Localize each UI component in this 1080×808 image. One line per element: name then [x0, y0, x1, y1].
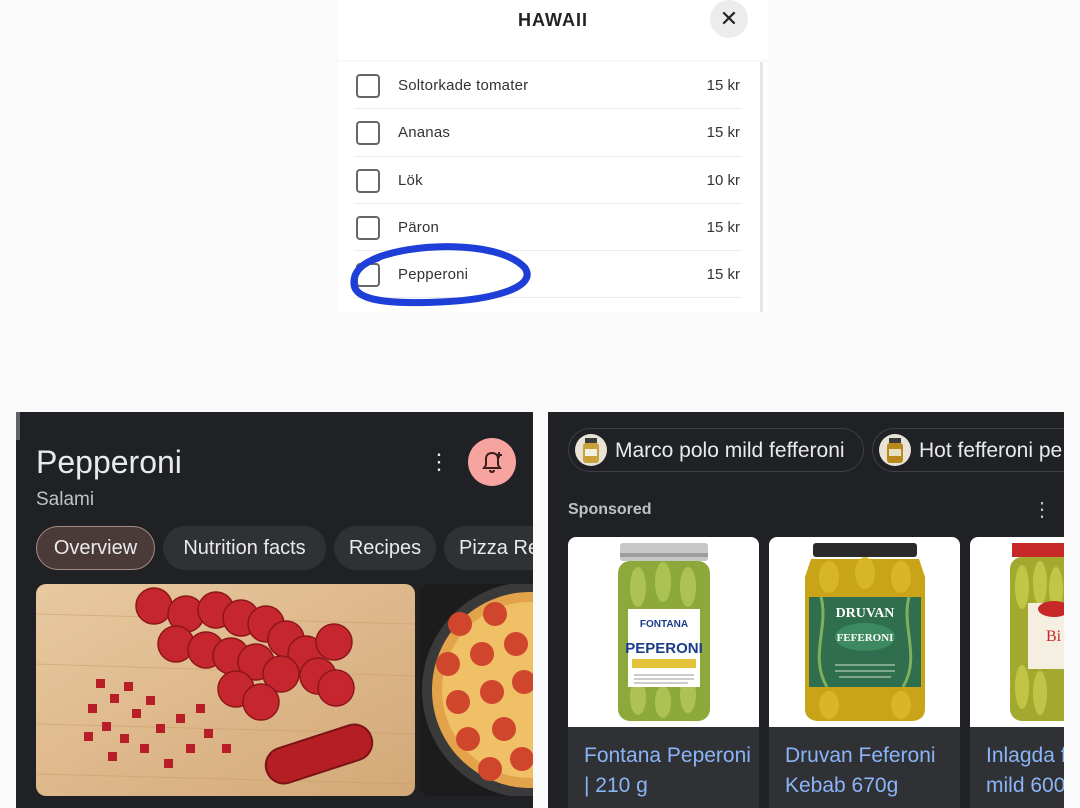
topping-name: Lök	[398, 171, 423, 189]
product-image: DRUVAN FEFERONI	[769, 537, 960, 727]
topping-row[interactable]: Lök 10 kr	[354, 157, 742, 204]
suggestion-label: Hot fefferoni pe	[919, 439, 1063, 462]
tab-overview[interactable]: Overview	[36, 526, 155, 570]
topping-name: Päron	[398, 218, 440, 236]
product-name[interactable]: Druvan Feferoni Kebab 670g	[785, 741, 957, 801]
close-icon: ✕	[719, 6, 739, 31]
jar-product: FEFERONI	[837, 632, 894, 644]
pepperoni-photo[interactable]	[36, 584, 415, 796]
modal-scrollbar[interactable]	[760, 62, 763, 312]
topping-row[interactable]: Ananas 15 kr	[354, 109, 742, 157]
product-thumbnail	[879, 434, 911, 466]
close-button[interactable]: ✕	[710, 0, 748, 38]
pepperoni-photo-graphic	[36, 584, 415, 796]
bell-add-button[interactable]	[468, 438, 516, 486]
topping-row[interactable]: Soltorkade tomater 15 kr	[354, 62, 742, 110]
topping-name: Soltorkade tomater	[398, 77, 529, 94]
entity-title: Pepperoni	[36, 444, 182, 480]
product-card[interactable]: FONTANA PEPERONI Fontana Peperoni | 210 …	[568, 537, 759, 808]
topping-checkbox[interactable]	[356, 74, 380, 98]
suggestion-label: Marco polo mild fefferoni	[615, 439, 845, 462]
screenshot-collage: HAWAII ✕ Soltorkade tomater 15 kr Ananas…	[0, 0, 1080, 808]
topping-checkbox[interactable]	[356, 121, 380, 146]
hand-drawn-circle	[350, 243, 531, 307]
suggestion-chip[interactable]: Marco polo mild fefferoni	[568, 428, 864, 472]
suggestion-chip[interactable]: Hot fefferoni pe	[872, 428, 1064, 472]
panel-edge	[16, 412, 20, 440]
topping-checkbox[interactable]	[356, 215, 380, 240]
product-thumbnail	[575, 434, 607, 466]
topping-price: 15 kr	[706, 77, 740, 94]
topping-price: 15 kr	[706, 218, 740, 236]
product-card[interactable]: Bi Inlagda f mild 600	[970, 537, 1064, 808]
topping-price: 15 kr	[706, 124, 740, 142]
entity-tabs: Overview Nutrition facts Recipes Pizza R…	[36, 526, 533, 570]
modal-header: HAWAII ✕	[338, 0, 768, 60]
product-image: FONTANA PEPERONI	[568, 537, 759, 727]
product-card[interactable]: DRUVAN FEFERONI Druvan Feferoni Kebab 67…	[769, 537, 960, 808]
product-name[interactable]: Fontana Peperoni | 210 g	[584, 741, 756, 801]
fontana-jar-graphic: FONTANA PEPERONI	[618, 543, 710, 721]
topping-price: 15 kr	[706, 266, 740, 284]
more-vert-icon[interactable]: ⋮	[1032, 498, 1052, 522]
bell-add-icon	[482, 451, 502, 474]
modal-title: HAWAII	[517, 10, 588, 30]
jar-thumbnail-icon	[583, 438, 599, 463]
pepperoni-pizza-graphic	[420, 584, 533, 796]
tab-recipes[interactable]: Recipes	[334, 526, 436, 570]
jar-brand: Bi	[1046, 628, 1062, 645]
shopping-panel: Marco polo mild fefferoni Hot fefferoni …	[548, 412, 1064, 808]
more-vert-icon[interactable]: ⋮	[428, 450, 450, 474]
tab-nutrition-facts[interactable]: Nutrition facts	[163, 526, 326, 570]
pepperoni-pizza-photo[interactable]	[420, 584, 533, 796]
pepper-jar-graphic: Bi	[1010, 543, 1064, 721]
jar-thumbnail-icon	[887, 438, 903, 463]
entity-subtitle: Salami	[36, 489, 95, 510]
jar-product: PEPERONI	[625, 640, 703, 657]
topping-name: Ananas	[398, 124, 451, 142]
topping-checkbox[interactable]	[356, 168, 380, 193]
druvan-jar-graphic: DRUVAN FEFERONI	[805, 543, 925, 721]
product-name[interactable]: Inlagda f mild 600	[986, 741, 1064, 801]
topping-price: 10 kr	[706, 171, 740, 189]
tab-pizza-recipes[interactable]: Pizza Re	[444, 526, 533, 570]
jar-brand: DRUVAN	[836, 606, 895, 621]
jar-brand: FONTANA	[640, 619, 688, 630]
knowledge-panel: Pepperoni Salami ⋮ Overview Nutrition fa…	[16, 412, 533, 808]
product-image: Bi	[970, 537, 1064, 727]
sponsored-label: Sponsored	[568, 501, 652, 518]
